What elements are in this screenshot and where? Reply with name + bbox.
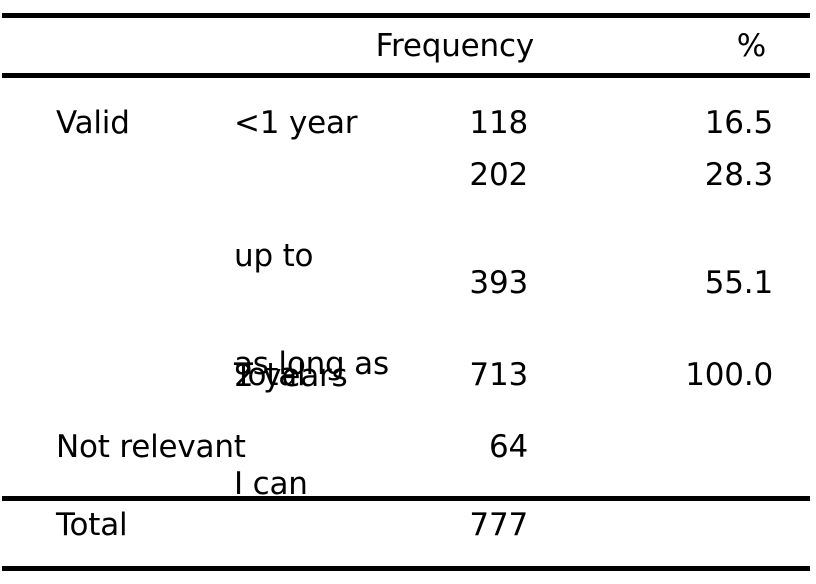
table-row-frequency-3: 713: [469, 357, 528, 393]
column-header-percent: %: [736, 28, 766, 64]
table-row-percent-0: 16.5: [704, 105, 773, 141]
rule-top: [2, 13, 810, 18]
row-group-label-valid: Valid: [56, 105, 130, 141]
rule-bottom: [2, 566, 810, 571]
table-row-frequency-4: 64: [488, 429, 528, 465]
table-row-frequency-0: 118: [469, 105, 528, 141]
frequency-table: Frequency % Valid <1 year 118 16.5 up to…: [0, 0, 816, 582]
row-group-label-not-relevant: Not relevant: [56, 429, 246, 465]
row-group-label-total: Total: [56, 507, 128, 543]
table-row-percent-2: 55.1: [704, 265, 773, 301]
table-row-frequency-1: 202: [469, 157, 528, 193]
column-header-frequency: Frequency: [375, 28, 535, 64]
rule-above-total: [2, 496, 810, 501]
table-row-frequency-2: 393: [469, 265, 528, 301]
table-row-frequency-5: 777: [469, 507, 528, 543]
table-row-percent-3: 100.0: [685, 357, 773, 393]
table-row-category-0: <1 year: [234, 105, 358, 141]
table-row-percent-1: 28.3: [704, 157, 773, 193]
table-row-category-3: Total: [234, 357, 306, 393]
rule-under-header: [2, 73, 810, 78]
table-row-category-2-line2: I can: [234, 466, 308, 502]
